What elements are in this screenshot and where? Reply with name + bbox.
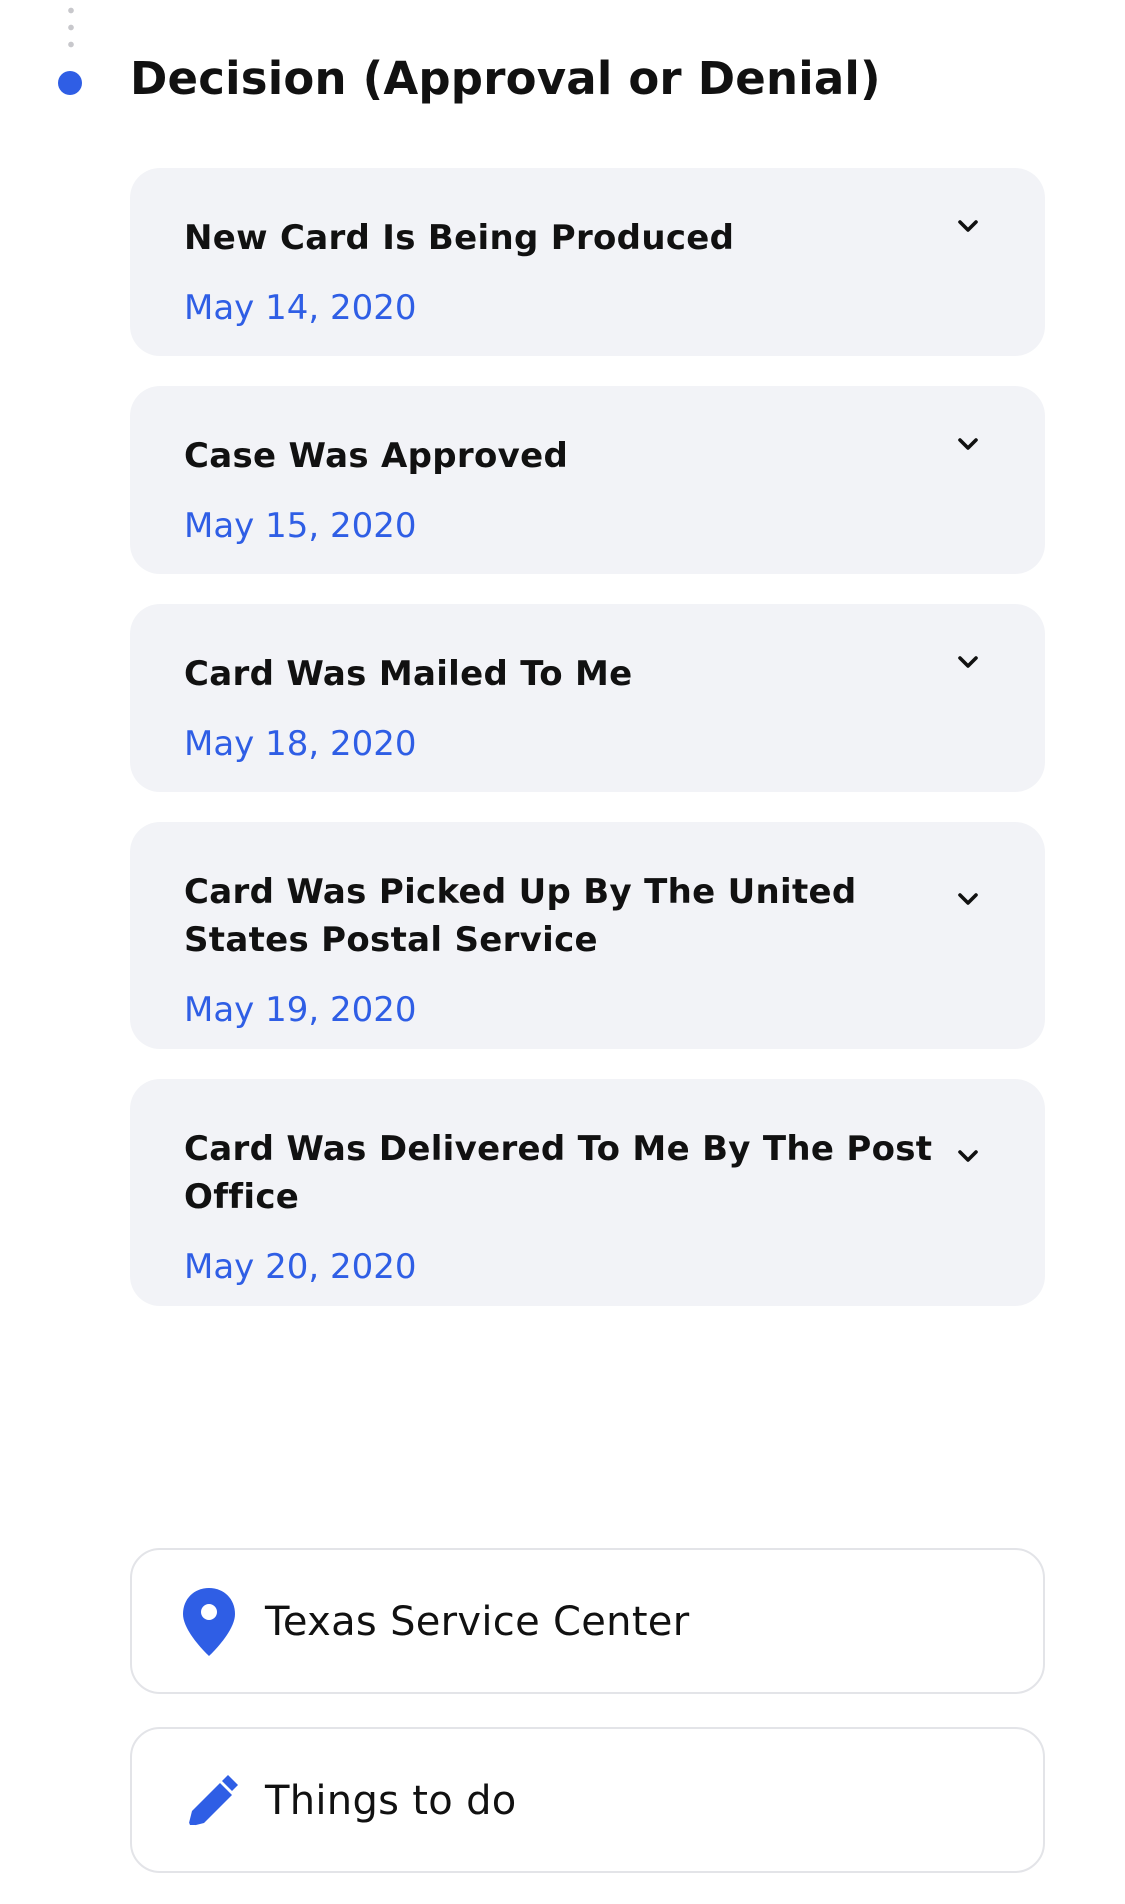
event-date: May 20, 2020 — [184, 1247, 417, 1287]
event-card[interactable]: Card Was Mailed To Me May 18, 2020 — [130, 604, 1045, 792]
event-title: Case Was Approved — [184, 436, 569, 476]
event-card[interactable]: Case Was Approved May 15, 2020 — [130, 386, 1045, 574]
service-center-card[interactable]: Texas Service Center — [130, 1548, 1045, 1694]
event-date: May 18, 2020 — [184, 724, 417, 764]
section-title: Decision (Approval or Denial) — [130, 52, 881, 105]
event-card[interactable]: Card Was Picked Up By The United States … — [130, 822, 1045, 1049]
chevron-down-icon[interactable] — [955, 431, 981, 457]
event-card[interactable]: Card Was Delivered To Me By The Post Off… — [130, 1079, 1045, 1306]
chevron-down-icon[interactable] — [955, 649, 981, 675]
event-card[interactable]: New Card Is Being Produced May 14, 2020 — [130, 168, 1045, 356]
event-title: Card Was Picked Up By The United States … — [184, 872, 857, 960]
event-date: May 19, 2020 — [184, 990, 417, 1030]
timeline-connector — [68, 0, 74, 56]
chevron-down-icon[interactable] — [955, 1143, 981, 1169]
event-title: Card Was Mailed To Me — [184, 654, 633, 694]
event-date: May 14, 2020 — [184, 288, 417, 328]
location-pin-icon — [180, 1586, 238, 1658]
things-to-do-card[interactable]: Things to do — [130, 1727, 1045, 1873]
event-title: Card Was Delivered To Me By The Post Off… — [184, 1129, 933, 1217]
timeline-status-dot — [58, 71, 82, 95]
event-list: New Card Is Being Produced May 14, 2020 … — [130, 168, 1045, 1336]
things-to-do-label: Things to do — [265, 1778, 517, 1824]
service-center-label: Texas Service Center — [265, 1599, 690, 1645]
event-date: May 15, 2020 — [184, 506, 417, 546]
event-title: New Card Is Being Produced — [184, 218, 735, 258]
chevron-down-icon[interactable] — [955, 886, 981, 912]
pencil-icon — [180, 1769, 238, 1841]
chevron-down-icon[interactable] — [955, 213, 981, 239]
